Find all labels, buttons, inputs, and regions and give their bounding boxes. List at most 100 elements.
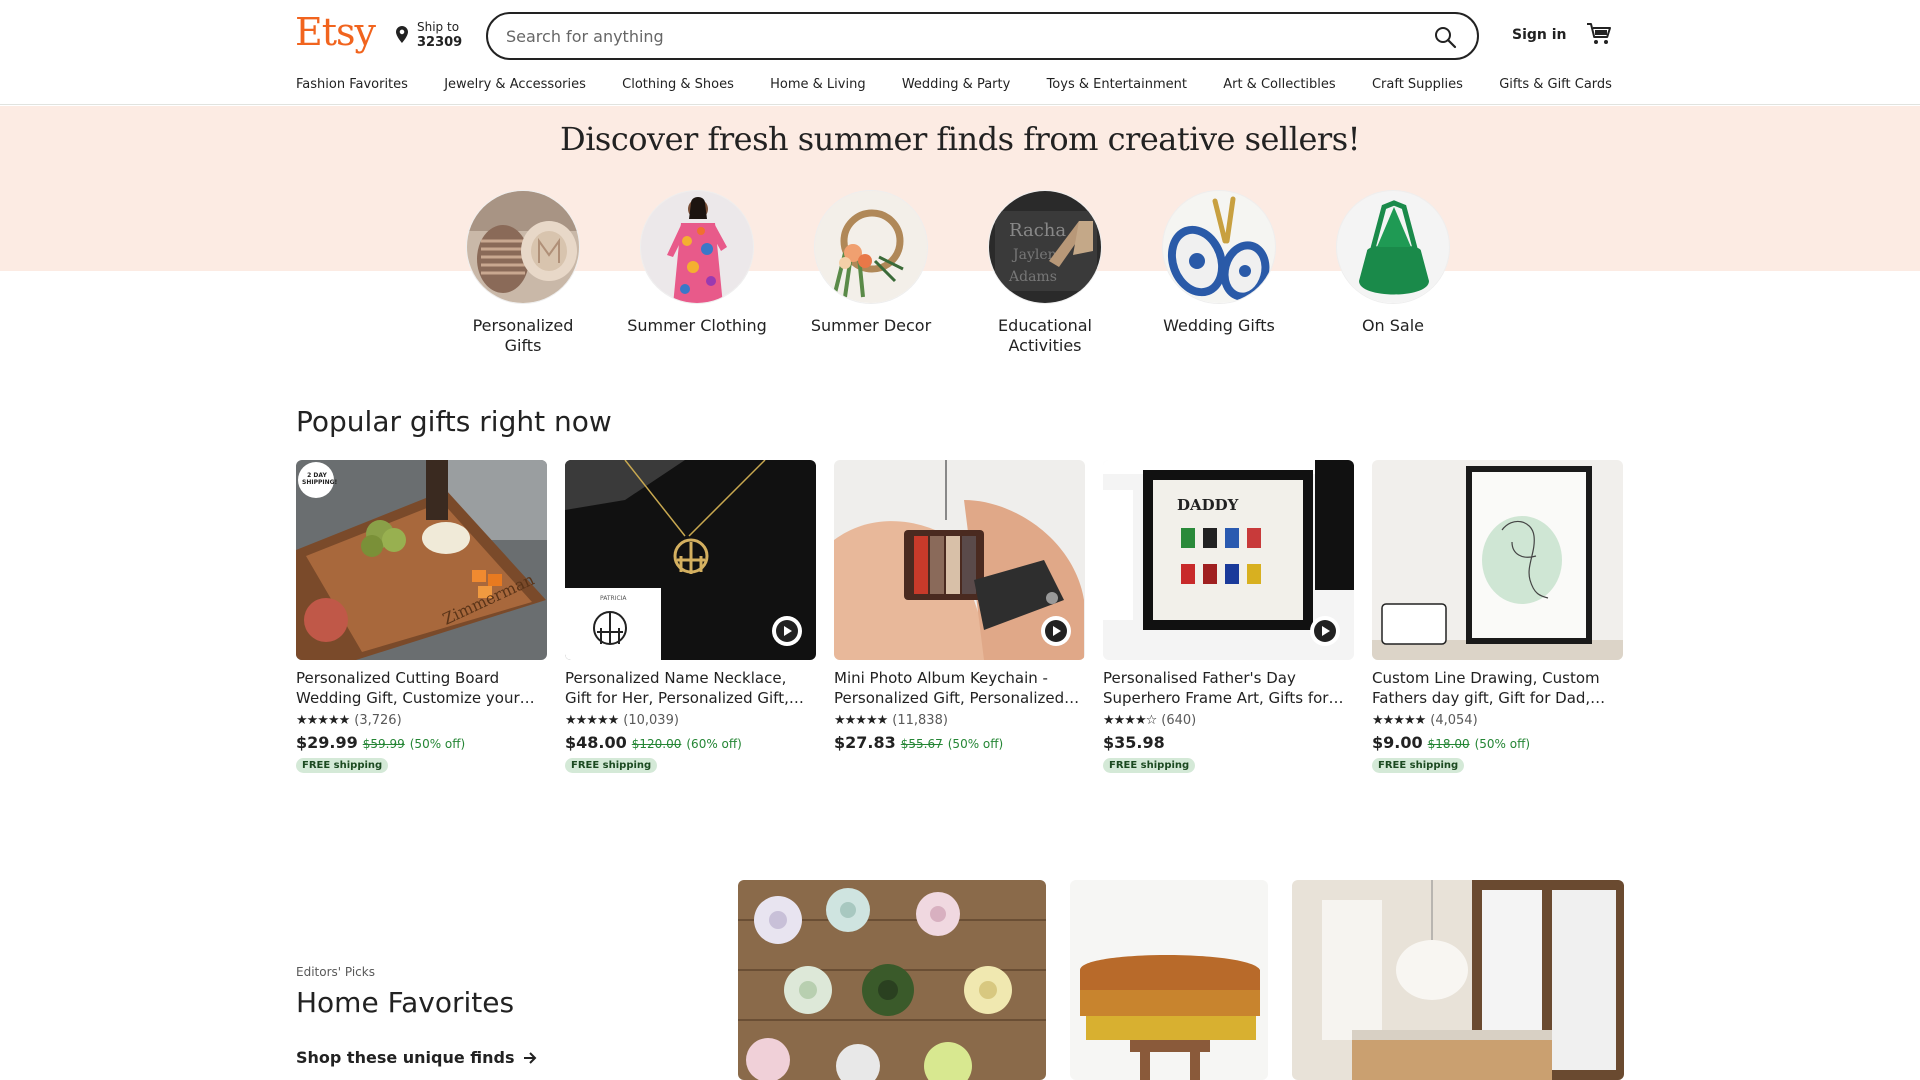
free-shipping-badge: FREE shipping xyxy=(296,758,389,773)
nav-toys-entertainment[interactable]: Toys & Entertainment xyxy=(1047,77,1187,92)
svg-text:DADDY: DADDY xyxy=(1177,496,1239,514)
product-card[interactable]: Mini Photo Album Keychain - Personalized… xyxy=(834,460,1085,773)
review-count: (10,039) xyxy=(623,712,679,728)
play-video-button[interactable] xyxy=(772,616,802,646)
hero-title: Discover fresh summer finds from creativ… xyxy=(560,120,1360,158)
editors-pick-image-towels[interactable] xyxy=(1070,880,1268,1080)
product-title[interactable]: Mini Photo Album Keychain - Personalized… xyxy=(834,668,1085,708)
category-label: Summer Clothing xyxy=(627,316,767,335)
sale-price: $9.00 xyxy=(1372,733,1423,752)
product-card[interactable]: Zimmerman 2 DAY SHIPPING! Personalized C… xyxy=(296,460,547,773)
category-on-sale[interactable]: On Sale xyxy=(1336,190,1450,356)
product-image[interactable]: Zimmerman 2 DAY SHIPPING! xyxy=(296,460,547,660)
home-favorites-title: Home Favorites xyxy=(296,986,515,1019)
price-row: $9.00 $18.00 (50% off) xyxy=(1372,733,1623,752)
shipping-badge: 2 DAY SHIPPING! xyxy=(302,472,338,486)
play-icon xyxy=(1314,620,1336,642)
product-title[interactable]: Personalized Cutting Board Wedding Gift,… xyxy=(296,668,547,708)
ship-to-selector[interactable]: Ship to 32309 xyxy=(395,19,462,51)
free-shipping-badge: FREE shipping xyxy=(565,758,658,773)
category-image xyxy=(814,190,928,304)
price-row: $48.00 $120.00 (60% off) xyxy=(565,733,816,752)
discount-percent: (50% off) xyxy=(947,737,1004,751)
sale-price: $29.99 xyxy=(296,733,358,752)
nav-jewelry-accessories[interactable]: Jewelry & Accessories xyxy=(444,77,586,92)
category-circles: Personalized Gifts Summer Clothing Summe… xyxy=(466,190,1450,356)
play-video-button[interactable] xyxy=(1310,616,1340,646)
category-summer-clothing[interactable]: Summer Clothing xyxy=(627,190,767,356)
nav-clothing-shoes[interactable]: Clothing & Shoes xyxy=(622,77,734,92)
category-image xyxy=(640,190,754,304)
category-label: On Sale xyxy=(1361,316,1425,335)
nav-craft-supplies[interactable]: Craft Supplies xyxy=(1372,77,1463,92)
product-image[interactable] xyxy=(1372,460,1623,660)
original-price: $55.67 xyxy=(900,737,943,751)
nav-fashion-favorites[interactable]: Fashion Favorites xyxy=(296,77,408,92)
editors-picks-eyebrow: Editors' Picks xyxy=(296,965,375,979)
product-title[interactable]: Personalised Father's Day Superhero Fram… xyxy=(1103,668,1354,708)
popular-gifts-row: Zimmerman 2 DAY SHIPPING! Personalized C… xyxy=(296,460,1623,773)
discount-percent: (50% off) xyxy=(409,737,466,751)
shop-unique-finds-link[interactable]: Shop these unique finds xyxy=(296,1048,537,1067)
etsy-logo[interactable]: Etsy xyxy=(295,10,376,54)
price-row: $29.99 $59.99 (50% off) xyxy=(296,733,547,752)
product-rating: ★★★★★ (4,054) xyxy=(1372,712,1623,728)
search-bar xyxy=(486,12,1479,60)
category-image xyxy=(1336,190,1450,304)
original-price: $59.99 xyxy=(362,737,405,751)
original-price: $120.00 xyxy=(631,737,682,751)
category-personalized-gifts[interactable]: Personalized Gifts xyxy=(466,190,580,356)
category-wedding-gifts[interactable]: Wedding Gifts xyxy=(1162,190,1276,356)
category-label: Personalized Gifts xyxy=(472,316,574,355)
sale-price: $35.98 xyxy=(1103,733,1165,752)
svg-text:Racha: Racha xyxy=(1009,220,1066,241)
review-count: (11,838) xyxy=(892,712,948,728)
svg-text:Adams: Adams xyxy=(1008,269,1057,285)
star-rating: ★★★★★ xyxy=(296,712,350,728)
category-label: Summer Decor xyxy=(810,316,932,335)
product-image[interactable]: PATRICIA xyxy=(565,460,816,660)
editors-pick-image-candle-holders[interactable] xyxy=(738,880,1046,1080)
category-nav: Fashion Favorites Jewelry & Accessories … xyxy=(296,77,1612,92)
site-header: Etsy Ship to 32309 Sign in Fashion Favor… xyxy=(0,0,1920,105)
product-title[interactable]: Personalized Name Necklace, Gift for Her… xyxy=(565,668,816,708)
ship-to-zip: 32309 xyxy=(417,35,463,50)
product-card[interactable]: Custom Line Drawing, Custom Fathers day … xyxy=(1372,460,1623,773)
nav-wedding-party[interactable]: Wedding & Party xyxy=(902,77,1010,92)
product-rating: ★★★★★ (10,039) xyxy=(565,712,816,728)
price-row: $35.98 xyxy=(1103,733,1354,752)
editors-pick-image-dining-room[interactable] xyxy=(1292,880,1624,1080)
sale-price: $48.00 xyxy=(565,733,627,752)
play-video-button[interactable] xyxy=(1041,616,1071,646)
arrow-right-icon xyxy=(523,1051,536,1064)
category-image: Racha Jaylen Adams xyxy=(988,190,1102,304)
sale-price: $27.83 xyxy=(834,733,896,752)
category-image xyxy=(466,190,580,304)
inset-name-text: PATRICIA xyxy=(600,595,627,602)
nav-home-living[interactable]: Home & Living xyxy=(770,77,865,92)
category-educational-activities[interactable]: Racha Jaylen Adams Educational Activitie… xyxy=(988,190,1102,356)
discount-percent: (50% off) xyxy=(1474,737,1531,751)
product-image[interactable] xyxy=(834,460,1085,660)
search-icon[interactable] xyxy=(1433,25,1457,49)
product-card[interactable]: DADDY Personalised Father's Day Superher… xyxy=(1103,460,1354,773)
star-rating: ★★★★★ xyxy=(565,712,619,728)
location-pin-icon xyxy=(396,26,408,43)
search-input[interactable] xyxy=(506,14,1386,58)
product-title[interactable]: Custom Line Drawing, Custom Fathers day … xyxy=(1372,668,1623,708)
product-rating: ★★★★☆ (640) xyxy=(1103,712,1354,728)
section-title-popular: Popular gifts right now xyxy=(296,405,612,438)
product-rating: ★★★★★ (11,838) xyxy=(834,712,1085,728)
free-shipping-badge: FREE shipping xyxy=(1372,758,1465,773)
review-count: (3,726) xyxy=(354,712,402,728)
cart-icon[interactable] xyxy=(1586,22,1612,46)
product-image[interactable]: DADDY xyxy=(1103,460,1354,660)
nav-art-collectibles[interactable]: Art & Collectibles xyxy=(1223,77,1335,92)
review-count: (4,054) xyxy=(1430,712,1478,728)
nav-gifts-gift-cards[interactable]: Gifts & Gift Cards xyxy=(1499,77,1612,92)
play-icon xyxy=(776,620,798,642)
category-image xyxy=(1162,190,1276,304)
product-card[interactable]: PATRICIA Personalized Name Necklace, Gif… xyxy=(565,460,816,773)
category-summer-decor[interactable]: Summer Decor xyxy=(811,190,931,356)
sign-in-link[interactable]: Sign in xyxy=(1512,27,1567,43)
